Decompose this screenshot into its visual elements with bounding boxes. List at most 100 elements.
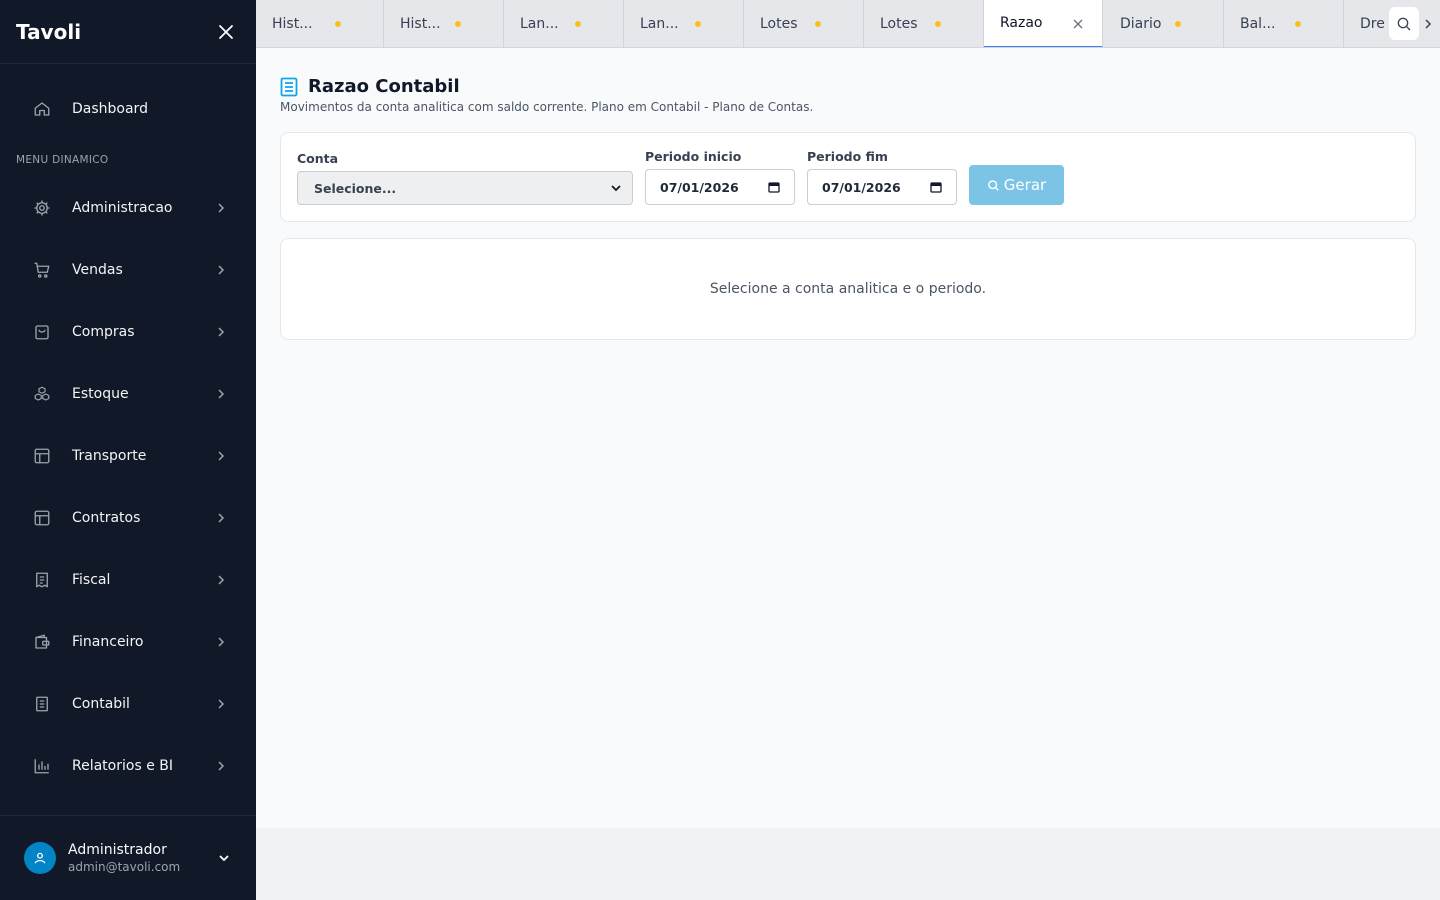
avatar: [24, 842, 56, 874]
sidebar-item-transporte[interactable]: Transporte: [16, 434, 240, 478]
chevron-right-icon: [214, 263, 228, 277]
sidebar-item-label: Compras: [72, 324, 135, 340]
ledger-icon: [280, 77, 298, 96]
tab-label: Hist...: [272, 16, 313, 32]
tab-lan-1[interactable]: Lan...: [504, 0, 624, 47]
tab-diario[interactable]: Diario: [1104, 0, 1224, 47]
result-card: Selecione a conta analitica e o periodo.: [280, 238, 1416, 340]
tab-label: Lan...: [520, 16, 559, 32]
layout-icon: [32, 508, 52, 528]
close-sidebar-button[interactable]: [212, 18, 240, 46]
sidebar-item-estoque[interactable]: Estoque: [16, 372, 240, 416]
bag-icon: [32, 322, 52, 342]
chevron-right-icon: [214, 697, 228, 711]
tab-label: Dre: [1360, 16, 1385, 32]
tab-close-button[interactable]: [1071, 17, 1085, 31]
sidebar-item-fiscal[interactable]: Fiscal: [16, 558, 240, 602]
tab-label: Lan...: [640, 16, 679, 32]
sidebar-item-relatorios-bi[interactable]: Relatorios e BI: [16, 744, 240, 788]
close-icon: [219, 24, 233, 39]
sidebar-item-label: Financeiro: [72, 634, 144, 650]
sidebar-item-label: Fiscal: [72, 572, 111, 588]
gerar-button[interactable]: Gerar: [969, 165, 1064, 205]
user-email: admin@tavoli.com: [68, 860, 181, 874]
periodo-fim-input[interactable]: 07/01/2026: [807, 169, 957, 205]
search-icon: [1397, 17, 1411, 30]
sidebar-section-label: MENU DINAMICO: [16, 154, 109, 166]
chevron-down-icon: [611, 185, 621, 192]
chevron-right-icon: [214, 511, 228, 525]
main-content: Razao Contabil Movimentos da conta anali…: [256, 48, 1440, 828]
tab-lan-2[interactable]: Lan...: [624, 0, 744, 47]
tab-search-button[interactable]: [1389, 7, 1419, 40]
sidebar: Tavoli Dashboard MENU DINAMICO Administr…: [0, 0, 256, 900]
chevron-right-icon: [214, 325, 228, 339]
user-name: Administrador: [68, 842, 167, 858]
tab-bal[interactable]: Bal...: [1224, 0, 1344, 47]
tab-lotes-1[interactable]: Lotes: [744, 0, 864, 47]
footer-strip: [256, 828, 1440, 900]
periodo-fim-value: 07/01/2026: [822, 179, 901, 195]
chevron-right-icon: [214, 201, 228, 215]
page-title: Razao Contabil: [308, 76, 460, 97]
calendar-icon: [768, 182, 780, 193]
cart-icon: [32, 260, 52, 280]
sidebar-item-label: Contratos: [72, 510, 141, 526]
book-icon: [32, 694, 52, 714]
tab-scroll-right-button[interactable]: [1420, 16, 1436, 32]
user-info: Administrador admin@tavoli.com: [68, 842, 216, 874]
close-icon: [1073, 19, 1083, 29]
sidebar-item-contabil[interactable]: Contabil: [16, 682, 240, 726]
sidebar-item-label: Administracao: [72, 200, 173, 216]
empty-state-message: Selecione a conta analitica e o periodo.: [709, 281, 987, 297]
tab-label: Razao: [1000, 15, 1043, 31]
receipt-icon: [32, 570, 52, 590]
app-name: Tavoli: [16, 19, 82, 44]
periodo-inicio-value: 07/01/2026: [660, 179, 739, 195]
tab-hist-1[interactable]: Hist...: [256, 0, 384, 47]
page-subtitle: Movimentos da conta analitica com saldo …: [280, 100, 814, 114]
filter-card: Conta Selecione... Periodo inicio 07/01/…: [280, 132, 1416, 222]
sidebar-item-label: Transporte: [72, 448, 147, 464]
sidebar-item-vendas[interactable]: Vendas: [16, 248, 240, 292]
boxes-icon: [32, 384, 52, 404]
unsaved-dot-icon: [695, 21, 701, 27]
tab-label: Bal...: [1240, 16, 1276, 32]
sidebar-item-financeiro[interactable]: Financeiro: [16, 620, 240, 664]
user-icon: [34, 852, 46, 864]
tab-bar: Hist... Hist... Lan... Lan... Lotes Lote…: [256, 0, 1440, 48]
search-icon: [987, 179, 999, 191]
home-icon: [32, 99, 52, 119]
tab-razao[interactable]: Razao: [984, 0, 1103, 47]
tab-label: Lotes: [880, 16, 918, 32]
sidebar-item-label: Vendas: [72, 262, 123, 278]
sidebar-item-dashboard[interactable]: Dashboard: [16, 87, 240, 131]
wallet-icon: [32, 632, 52, 652]
periodo-inicio-label: Periodo inicio: [645, 149, 742, 164]
tab-label: Hist...: [400, 16, 441, 32]
unsaved-dot-icon: [1295, 21, 1301, 27]
sidebar-item-contratos[interactable]: Contratos: [16, 496, 240, 540]
unsaved-dot-icon: [335, 21, 341, 27]
periodo-inicio-input[interactable]: 07/01/2026: [645, 169, 795, 205]
bar-chart-icon: [32, 756, 52, 776]
sidebar-item-compras[interactable]: Compras: [16, 310, 240, 354]
tab-lotes-2[interactable]: Lotes: [864, 0, 984, 47]
chevron-down-icon: [219, 855, 229, 862]
user-menu[interactable]: Administrador admin@tavoli.com: [0, 815, 256, 900]
gerar-label: Gerar: [1003, 176, 1047, 194]
conta-label: Conta: [297, 151, 339, 166]
chevron-right-icon: [214, 573, 228, 587]
conta-select[interactable]: Selecione...: [297, 171, 633, 205]
user-menu-toggle[interactable]: [216, 850, 232, 866]
tab-hist-2[interactable]: Hist...: [384, 0, 504, 47]
calendar-icon: [930, 182, 942, 193]
sidebar-item-label: Contabil: [72, 696, 130, 712]
sidebar-item-administracao[interactable]: Administracao: [16, 186, 240, 230]
gear-icon: [32, 198, 52, 218]
tab-label: Lotes: [760, 16, 798, 32]
layout-icon: [32, 446, 52, 466]
sidebar-item-label: Relatorios e BI: [72, 758, 173, 774]
sidebar-item-label: Estoque: [72, 386, 129, 402]
chevron-right-icon: [214, 449, 228, 463]
